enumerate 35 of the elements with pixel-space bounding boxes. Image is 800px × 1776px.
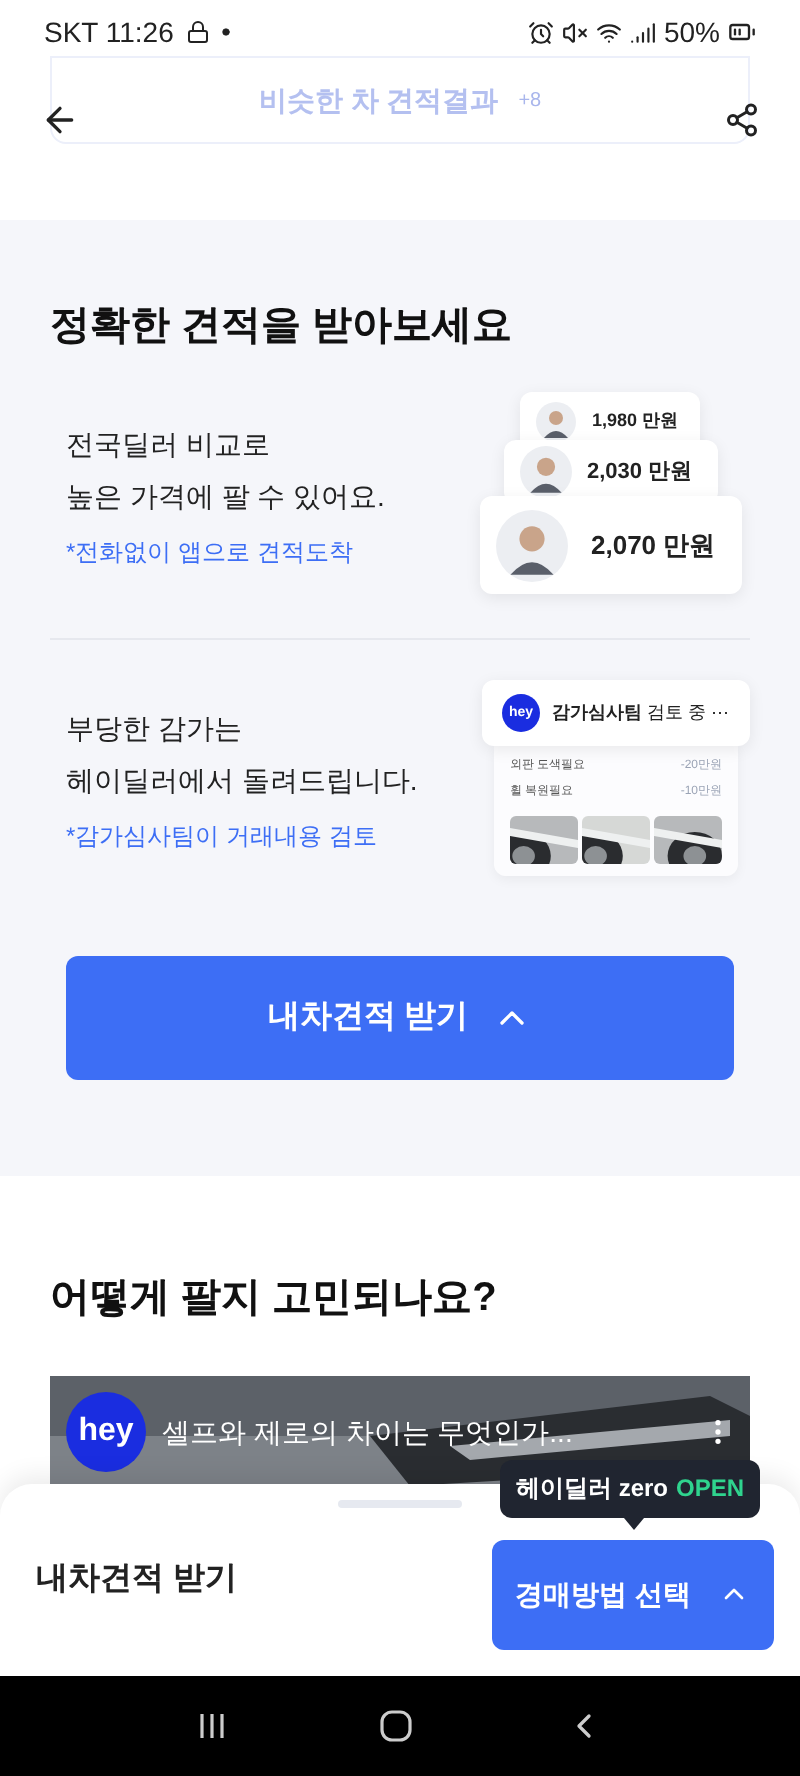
share-button[interactable] — [724, 102, 760, 138]
wifi-icon — [595, 19, 622, 45]
tooltip-text: 헤이딜러 zero — [516, 1472, 669, 1506]
section-heading: 정확한 견적을 받아보세요 — [50, 302, 515, 352]
feature-text: 부당한 감가는 — [66, 710, 244, 748]
section-heading: 어떻게 팔지 고민되나요? — [50, 1274, 499, 1324]
tooltip-status-label: OPEN — [676, 1472, 745, 1506]
faded-count: +8 — [518, 87, 542, 115]
price-text: 1,980 만원 — [592, 408, 679, 435]
price-text: 2,030 만원 — [587, 457, 693, 488]
feature-note: *전화없이 앱으로 견적도착 — [66, 535, 355, 569]
video-title: 셀프와 제로의 차이는 무엇인가... — [162, 1413, 575, 1451]
auction-method-button[interactable]: 경매방법 선택 — [492, 1539, 774, 1649]
status-time: SKT 11:26 — [44, 13, 174, 51]
dot-icon — [221, 28, 230, 36]
feature-text: 전국딜러 비교로 — [66, 425, 272, 463]
mute-icon — [561, 19, 588, 45]
feature-text: 헤이딜러에서 돌려드립니다. — [66, 762, 418, 800]
alarm-icon — [527, 19, 554, 45]
sheet-label: 내차견적 받기 — [36, 1560, 237, 1600]
avatar-icon — [495, 509, 567, 581]
avatar-icon — [519, 446, 571, 498]
review-status: 감가심사팀 검토 중 ⋯ — [552, 699, 730, 726]
quote-button[interactable]: 내차견적 받기 — [66, 956, 734, 1080]
home-icon[interactable] — [377, 1708, 414, 1744]
faded-title: 비슷한 차 견적결과 — [258, 81, 499, 119]
recent-apps-icon[interactable] — [195, 1710, 228, 1742]
battery-icon — [728, 18, 756, 46]
feature-text: 높은 가격에 팔 수 있어요. — [66, 477, 385, 515]
signal-icon — [629, 19, 656, 45]
battery-text: 50% — [663, 13, 720, 51]
feature-note: *감가심사팀이 거래내용 검토 — [66, 820, 379, 854]
avatar-icon — [536, 402, 576, 442]
lock-icon — [185, 20, 210, 44]
price-text: 2,070 만원 — [591, 527, 716, 564]
